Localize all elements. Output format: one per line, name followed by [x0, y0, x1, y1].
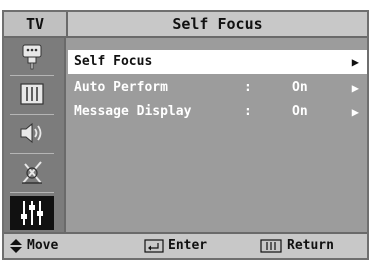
channel-antenna-icon[interactable]	[10, 157, 54, 187]
sound-icon[interactable]	[10, 118, 54, 148]
footer-return-label: Return	[287, 238, 334, 253]
menu-item-auto-perform[interactable]: Auto Perform : On ▶	[68, 76, 367, 100]
tv-tab-label: TV	[4, 12, 68, 36]
menu-item-label: Auto Perform	[74, 80, 168, 95]
menu-item-label: Self Focus	[74, 54, 153, 69]
footer-enter-label: Enter	[168, 238, 208, 253]
tv-osd-menu: TV Self Focus Self Focus ▶ Auto Perform …	[2, 10, 369, 260]
input-source-icon[interactable]	[10, 42, 54, 72]
enter-key-icon	[144, 239, 164, 253]
menu-item-message-display[interactable]: Message Display : On ▶	[68, 100, 367, 124]
menu-item-colon: :	[244, 80, 252, 95]
footer-move-label: Move	[27, 238, 59, 253]
menu-item-colon: :	[244, 104, 252, 119]
menu-key-icon	[260, 239, 282, 253]
menu-item-self-focus[interactable]: Self Focus ▶	[68, 50, 367, 74]
menu-list: Self Focus ▶ Auto Perform : On ▶ Message…	[68, 38, 367, 232]
sidebar-divider	[10, 153, 54, 154]
footer-move: Move	[8, 234, 58, 258]
up-down-arrow-icon	[10, 239, 22, 253]
submenu-arrow-icon: ▶	[351, 55, 359, 69]
setup-sliders-icon[interactable]	[10, 196, 54, 230]
submenu-arrow-icon: ▶	[351, 105, 359, 119]
sidebar-divider	[10, 114, 54, 115]
footer-help-bar: Move Enter Return	[4, 232, 367, 258]
menu-item-label: Message Display	[74, 104, 192, 119]
submenu-arrow-icon: ▶	[351, 81, 359, 95]
menu-item-value: On	[292, 104, 308, 119]
sidebar	[4, 38, 66, 232]
sidebar-divider	[10, 192, 54, 193]
sidebar-divider	[10, 75, 54, 76]
footer-return: Return	[260, 234, 334, 258]
picture-icon[interactable]	[10, 79, 54, 109]
menu-title: Self Focus	[172, 15, 263, 33]
footer-enter: Enter	[144, 234, 207, 258]
menu-item-value: On	[292, 80, 308, 95]
title-bar: TV Self Focus	[4, 12, 367, 38]
